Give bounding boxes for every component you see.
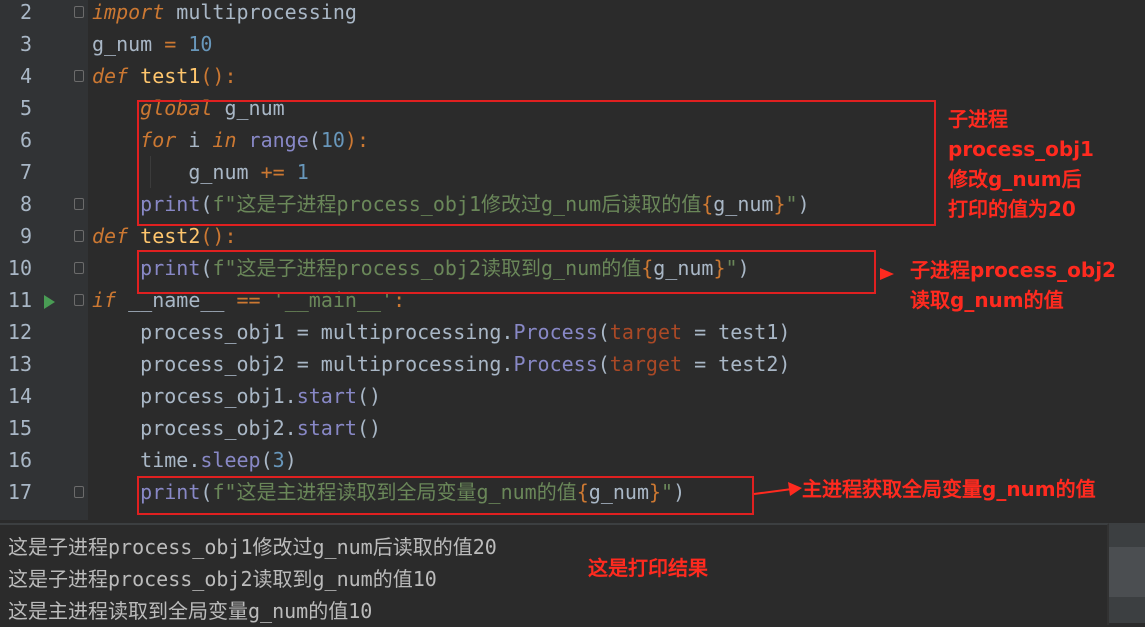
line-number-gutter: 2 3 4 5 6 7 8 9 10 11 12 13 14 15 16 17 (0, 0, 88, 520)
code-line-3: g_num = 10 (92, 32, 213, 56)
code-line-16: time.sleep(3) (140, 448, 297, 472)
code-line-4: def test1(): (92, 64, 237, 88)
line-number: 13 (7, 352, 32, 376)
line-number: 2 (19, 0, 32, 24)
scrollbar-thumb[interactable] (1109, 547, 1145, 597)
fold-marker-icon[interactable] (74, 230, 84, 242)
console-output-line: 这是子进程process_obj1修改过g_num后读取的值20 (8, 535, 497, 559)
code-line-15: process_obj2.start() (140, 416, 382, 440)
code-line-12: process_obj1 = multiprocessing.Process(t… (140, 320, 791, 344)
run-arrow-icon[interactable] (44, 295, 55, 309)
code-line-14: process_obj1.start() (140, 384, 382, 408)
line-number: 7 (19, 160, 32, 184)
fold-marker-icon[interactable] (74, 262, 84, 274)
line-number: 5 (19, 96, 32, 120)
console-output-line: 这是子进程process_obj2读取到g_num的值10 (8, 567, 437, 591)
console-scrollbar[interactable] (1109, 523, 1145, 623)
line-number: 6 (19, 128, 32, 152)
fold-marker-icon[interactable] (74, 198, 84, 210)
line-number: 3 (19, 32, 32, 56)
code-line-13: process_obj2 = multiprocessing.Process(t… (140, 352, 791, 376)
line-number: 10 (7, 256, 32, 280)
line-number: 9 (19, 224, 32, 248)
annotation-note-4: 这是打印结果 (588, 556, 708, 580)
line-number: 17 (7, 480, 32, 504)
highlight-box-test2 (137, 250, 876, 294)
line-number: 16 (7, 448, 32, 472)
fold-marker-icon[interactable] (74, 70, 84, 82)
line-number: 4 (19, 64, 32, 88)
code-editor[interactable]: 2 3 4 5 6 7 8 9 10 11 12 13 14 15 16 17 … (0, 0, 1145, 520)
line-number: 15 (7, 416, 32, 440)
code-line-2: import multiprocessing (92, 0, 357, 24)
fold-marker-icon[interactable] (74, 294, 84, 306)
line-number: 8 (19, 192, 32, 216)
line-number: 14 (7, 384, 32, 408)
annotation-note-2: 子进程process_obj2 读取g_num的值 (910, 258, 1116, 312)
annotation-arrow-2-icon (880, 268, 894, 280)
highlight-box-test1 (137, 100, 936, 226)
highlight-box-main-print (137, 476, 754, 515)
console-output-line: 这是主进程读取到全局变量g_num的值10 (8, 599, 373, 623)
line-number: 12 (7, 320, 32, 344)
line-number: 11 (7, 288, 32, 312)
fold-marker-icon[interactable] (74, 6, 84, 18)
annotation-arrow-3-icon (753, 482, 802, 496)
annotation-note-3: 主进程获取全局变量g_num的值 (802, 477, 1096, 501)
fold-marker-icon[interactable] (74, 486, 84, 498)
run-console[interactable]: 这是子进程process_obj1修改过g_num后读取的值20 这是子进程pr… (0, 523, 1109, 625)
annotation-note-1: 子进程 process_obj1 修改g_num后 打印的值为20 (948, 107, 1094, 221)
